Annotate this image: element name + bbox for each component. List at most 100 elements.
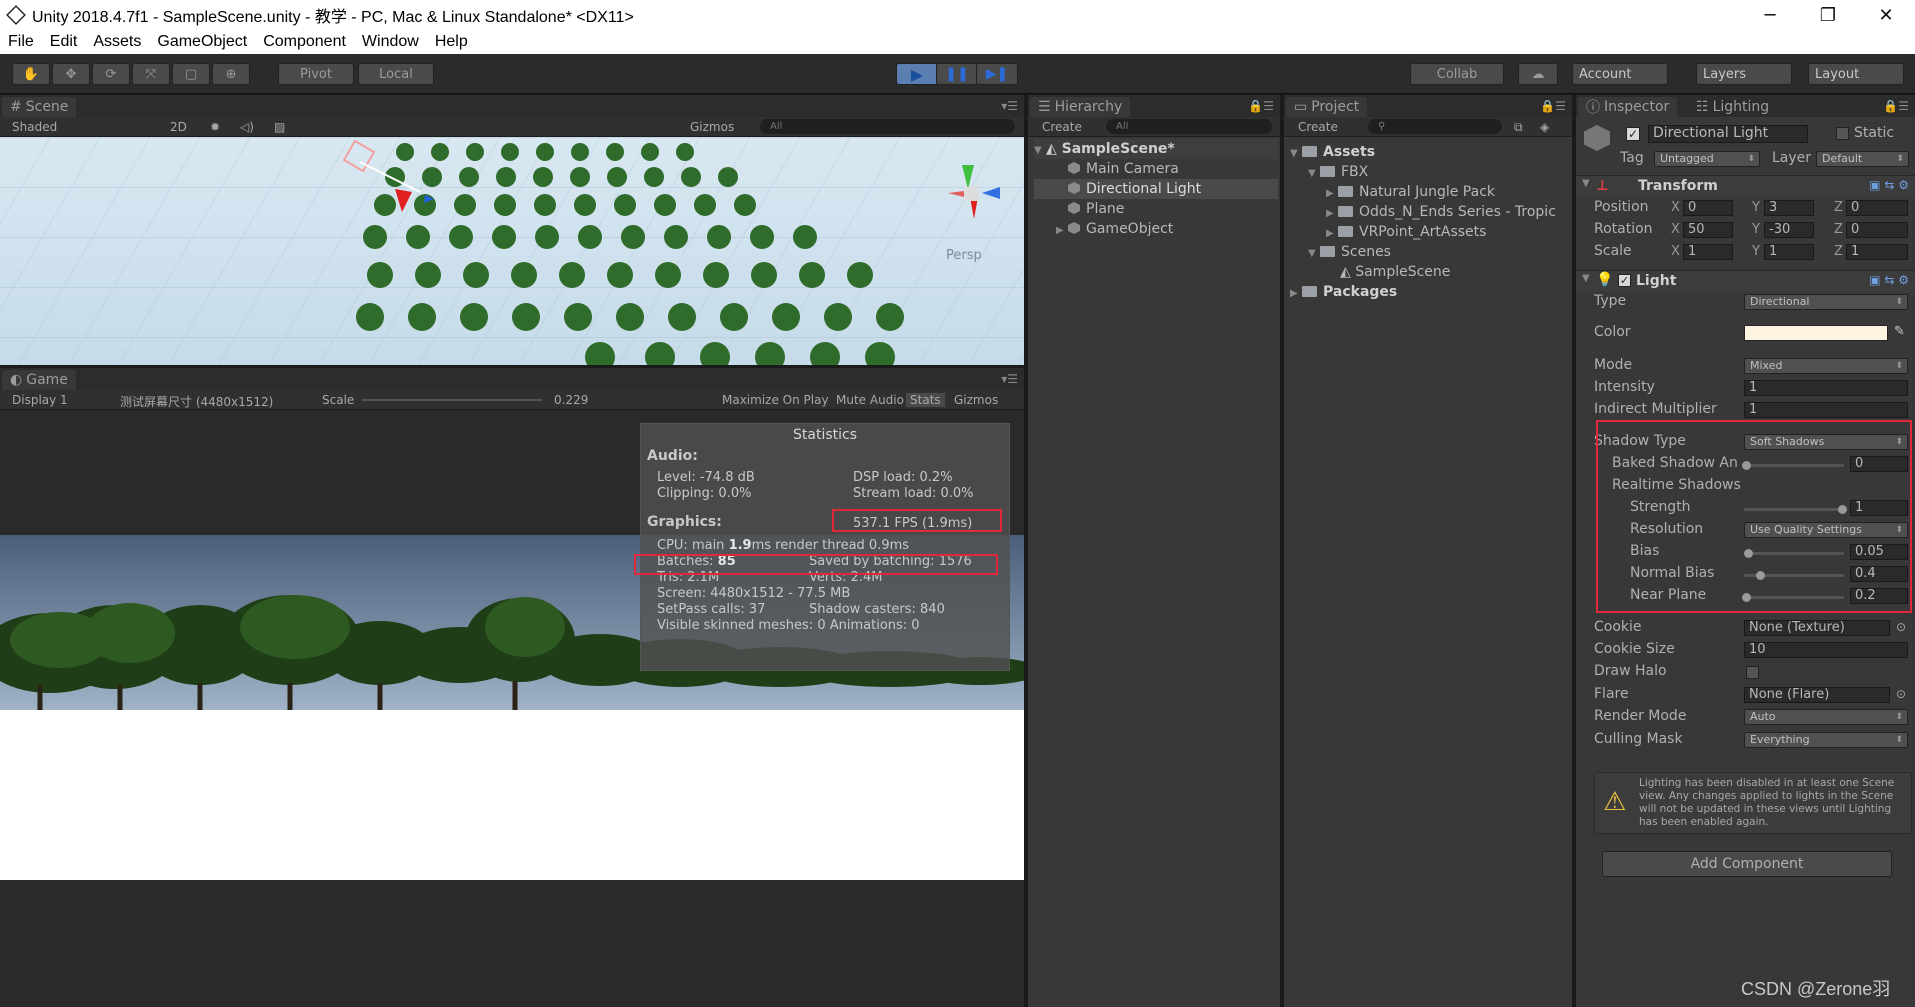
local-toggle[interactable]: Local xyxy=(358,63,434,85)
render-mode-dropdown[interactable]: Auto xyxy=(1744,709,1908,725)
project-create-dropdown[interactable]: Create xyxy=(1298,120,1338,134)
menu-gameobject[interactable]: GameObject xyxy=(149,33,255,51)
menu-file[interactable]: File xyxy=(0,33,42,51)
hierarchy-item-gameobject[interactable]: ▶ GameObject xyxy=(1034,219,1278,239)
stats-toggle[interactable]: Stats xyxy=(906,393,945,407)
hierarchy-create-dropdown[interactable]: Create xyxy=(1042,120,1082,134)
scale-y-field[interactable]: 1 xyxy=(1764,244,1814,260)
expand-arrow-icon[interactable]: ▶ xyxy=(1326,224,1338,244)
pivot-toggle[interactable]: Pivot xyxy=(278,63,354,85)
transform-header[interactable]: ▼ ⊥ Transform ▣ ⇆ ⚙ xyxy=(1576,175,1915,197)
active-checkbox[interactable]: ✓ xyxy=(1626,127,1640,141)
expand-arrow-icon[interactable]: ▼ xyxy=(1034,141,1046,161)
mute-audio-toggle[interactable]: Mute Audio xyxy=(836,393,904,407)
step-button[interactable]: ▶❚ xyxy=(976,63,1018,85)
scene-root[interactable]: ▼ ◭ SampleScene* xyxy=(1034,139,1278,159)
scene-search-input[interactable]: All xyxy=(760,119,1015,134)
rect-tool-icon[interactable]: ▢ xyxy=(172,63,210,85)
pause-button[interactable]: ❚❚ xyxy=(936,63,978,85)
effects-icon[interactable]: ▨ xyxy=(274,120,285,134)
minimize-button[interactable]: ─ xyxy=(1741,0,1799,30)
cookie-size-field[interactable]: 10 xyxy=(1744,642,1908,658)
collab-dropdown[interactable]: Collab xyxy=(1410,63,1504,85)
layout-dropdown[interactable]: Layout xyxy=(1808,63,1904,85)
rotation-x-field[interactable]: 50 xyxy=(1683,222,1733,238)
lock-icon[interactable]: 🔒☰ xyxy=(1248,99,1274,113)
tab-project[interactable]: ▭ Project xyxy=(1286,97,1368,117)
mode-dropdown[interactable]: Mixed xyxy=(1744,358,1908,374)
lock-icon[interactable]: 🔒☰ xyxy=(1883,99,1909,113)
gizmos-dropdown[interactable]: Gizmos xyxy=(954,393,998,407)
2d-toggle[interactable]: 2D xyxy=(170,120,187,134)
display-dropdown[interactable]: Display 1 xyxy=(12,393,68,407)
project-item-samplescene[interactable]: ◭ SampleScene xyxy=(1290,262,1572,282)
culling-mask-dropdown[interactable]: Everything xyxy=(1744,732,1908,748)
cookie-field[interactable]: None (Texture) xyxy=(1744,620,1890,636)
type-dropdown[interactable]: Directional xyxy=(1744,294,1908,310)
tab-lighting[interactable]: ☷ Lighting xyxy=(1688,97,1777,117)
expand-arrow-icon[interactable]: ▶ xyxy=(1056,221,1068,241)
shading-dropdown[interactable]: Shaded xyxy=(12,120,57,134)
light-header[interactable]: ▼ 💡 ✓ Light ▣ ⇆ ⚙ xyxy=(1576,270,1915,292)
expand-arrow-icon[interactable]: ▶ xyxy=(1326,204,1338,224)
hierarchy-search-input[interactable]: All xyxy=(1106,119,1272,134)
component-settings-icon[interactable]: ▣ ⇆ ⚙ xyxy=(1869,273,1909,287)
layers-dropdown[interactable]: Layers xyxy=(1696,63,1792,85)
tab-game[interactable]: ◐ Game xyxy=(2,370,76,390)
fbx-folder[interactable]: ▼ FBX xyxy=(1290,162,1572,182)
hierarchy-item-directional-light[interactable]: Directional Light xyxy=(1034,179,1278,199)
project-search-input[interactable]: ⚲ xyxy=(1368,119,1502,134)
menu-help[interactable]: Help xyxy=(427,33,476,51)
position-z-field[interactable]: 0 xyxy=(1846,200,1908,216)
lock-icon[interactable]: 🔒☰ xyxy=(1540,99,1566,113)
project-folder-natural-jungle[interactable]: ▶ Natural Jungle Pack xyxy=(1290,182,1572,202)
menu-edit[interactable]: Edit xyxy=(42,33,86,51)
assets-folder[interactable]: ▼ Assets xyxy=(1290,142,1572,162)
scene-viewport[interactable]: Persp xyxy=(0,137,1024,365)
filter-label-icon[interactable]: ◈ xyxy=(1540,120,1549,134)
transform-tool-icon[interactable]: ⊕ xyxy=(212,63,250,85)
hand-tool-icon[interactable]: ✋ xyxy=(12,63,50,85)
foldout-arrow-icon[interactable]: ▼ xyxy=(1582,273,1590,284)
tag-dropdown[interactable]: Untagged xyxy=(1654,151,1760,167)
flare-field[interactable]: None (Flare) xyxy=(1744,687,1890,703)
project-folder-vrpoint[interactable]: ▶ VRPoint_ArtAssets xyxy=(1290,222,1572,242)
panel-menu-icon[interactable]: ▾☰ xyxy=(1001,99,1018,113)
tab-scene[interactable]: # Scene xyxy=(2,97,77,117)
scenes-folder[interactable]: ▼ Scenes xyxy=(1290,242,1572,262)
light-enabled-checkbox[interactable]: ✓ xyxy=(1618,274,1631,287)
hierarchy-item-plane[interactable]: Plane xyxy=(1034,199,1278,219)
menu-window[interactable]: Window xyxy=(354,33,427,51)
rotate-tool-icon[interactable]: ⟳ xyxy=(92,63,130,85)
scale-slider[interactable] xyxy=(362,399,542,401)
object-picker-icon[interactable]: ⊙ xyxy=(1896,687,1906,701)
close-button[interactable]: ✕ xyxy=(1857,0,1915,30)
hierarchy-item-main-camera[interactable]: Main Camera xyxy=(1034,159,1278,179)
expand-arrow-icon[interactable]: ▼ xyxy=(1308,164,1320,184)
packages-folder[interactable]: ▶ Packages xyxy=(1290,282,1572,302)
expand-arrow-icon[interactable]: ▼ xyxy=(1308,244,1320,264)
expand-arrow-icon[interactable]: ▼ xyxy=(1290,144,1302,164)
scale-tool-icon[interactable]: ⤧ xyxy=(132,63,170,85)
tab-hierarchy[interactable]: ☰ Hierarchy xyxy=(1030,97,1131,117)
cloud-icon[interactable]: ☁ xyxy=(1518,63,1558,85)
position-y-field[interactable]: 3 xyxy=(1764,200,1814,216)
move-tool-icon[interactable]: ✥ xyxy=(52,63,90,85)
audio-icon[interactable]: ◁) xyxy=(240,120,254,134)
component-settings-icon[interactable]: ▣ ⇆ ⚙ xyxy=(1869,178,1909,192)
layer-dropdown[interactable]: Default xyxy=(1816,151,1909,167)
filter-type-icon[interactable]: ⧉ xyxy=(1514,120,1523,135)
scale-x-field[interactable]: 1 xyxy=(1683,244,1733,260)
object-picker-icon[interactable]: ⊙ xyxy=(1896,620,1906,634)
add-component-button[interactable]: Add Component xyxy=(1602,851,1892,877)
rotation-y-field[interactable]: -30 xyxy=(1764,222,1814,238)
expand-arrow-icon[interactable]: ▶ xyxy=(1290,284,1302,304)
static-checkbox[interactable] xyxy=(1836,127,1849,140)
menu-component[interactable]: Component xyxy=(255,33,354,51)
lighting-icon[interactable]: ✹ xyxy=(210,120,220,134)
rotation-z-field[interactable]: 0 xyxy=(1846,222,1908,238)
expand-arrow-icon[interactable]: ▶ xyxy=(1326,184,1338,204)
project-folder-odds-n-ends[interactable]: ▶ Odds_N_Ends Series - Tropic xyxy=(1290,202,1572,222)
color-swatch[interactable] xyxy=(1744,325,1888,341)
panel-menu-icon[interactable]: ▾☰ xyxy=(1001,372,1018,386)
